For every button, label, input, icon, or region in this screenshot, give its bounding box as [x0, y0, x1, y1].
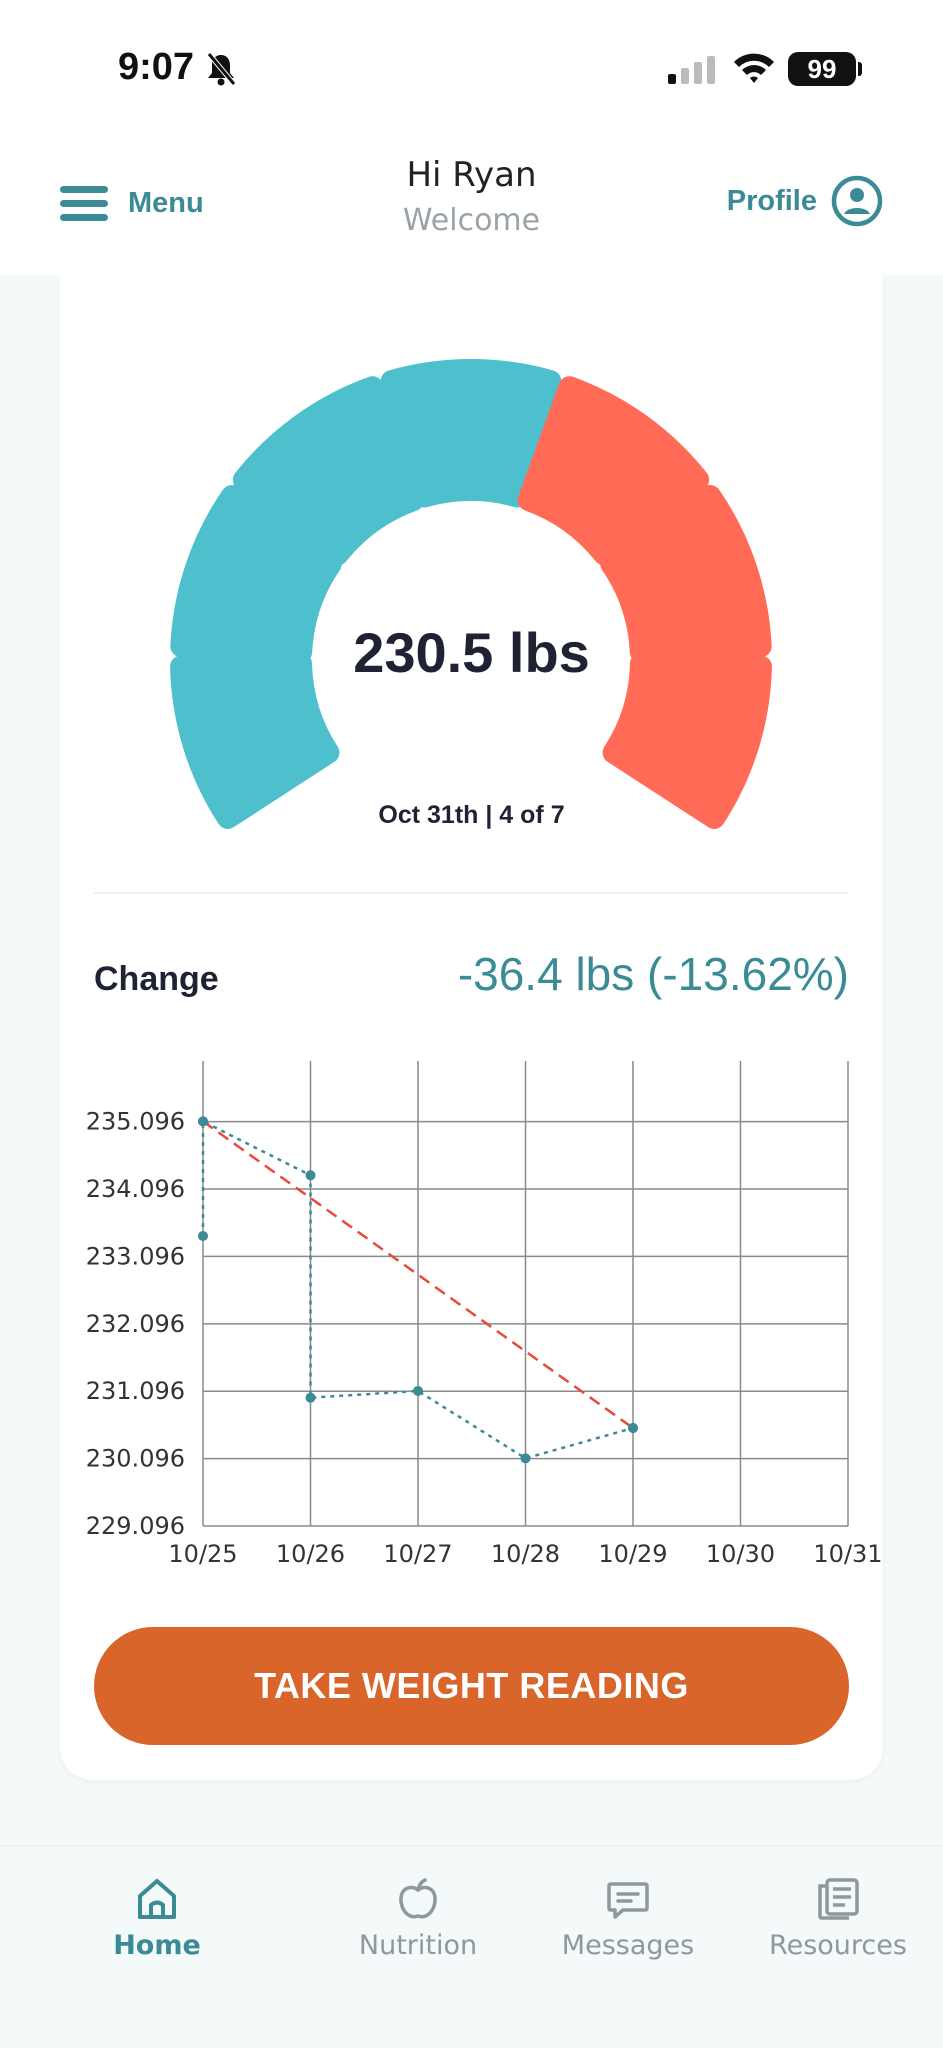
weight-card: 230.5 lbs Oct 31th | 4 of 7 Change -36.4…	[60, 275, 883, 1780]
weight-point	[198, 1230, 208, 1241]
x-tick-label: 10/25	[168, 1540, 237, 1568]
battery-nub	[858, 62, 862, 76]
bell-muted-icon	[207, 52, 236, 86]
weight-point	[305, 1392, 316, 1403]
take-weight-reading-button[interactable]: TAKE WEIGHT READING	[94, 1627, 849, 1745]
profile-icon	[831, 175, 883, 227]
app-header: Menu Hi Ryan Welcome Profile	[0, 135, 943, 275]
cellular-signal-icon	[668, 56, 715, 84]
tab-resources[interactable]: Resources	[738, 1876, 938, 1961]
trend-point	[198, 1116, 208, 1127]
bottom-tab-bar: Home Nutrition Messages Resources	[0, 1845, 943, 2048]
profile-button[interactable]: Profile	[727, 175, 883, 227]
y-tick-label: 233.096	[86, 1242, 185, 1270]
weight-point	[520, 1453, 531, 1464]
weight-point	[413, 1385, 423, 1396]
trend-point	[628, 1423, 638, 1434]
current-weight: 230.5 lbs	[353, 621, 590, 684]
battery-level: 99	[788, 52, 856, 86]
x-tick-label: 10/28	[491, 1540, 560, 1568]
tab-nutrition[interactable]: Nutrition	[318, 1876, 518, 1961]
tab-home[interactable]: Home	[57, 1876, 257, 1961]
change-label: Change	[94, 960, 219, 998]
tab-label: Home	[113, 1930, 201, 1961]
divider	[94, 892, 849, 894]
tab-label: Messages	[561, 1930, 695, 1961]
profile-label: Profile	[726, 184, 817, 217]
y-tick-label: 232.096	[86, 1310, 185, 1338]
apple-icon	[399, 1878, 437, 1919]
message-icon	[607, 1882, 649, 1919]
x-tick-label: 10/29	[598, 1540, 667, 1568]
change-value: -36.4 lbs (-13.62%)	[457, 948, 849, 1000]
reading-date: Oct 31th | 4 of 7	[378, 801, 565, 829]
tab-label: Nutrition	[358, 1930, 478, 1961]
x-tick-label: 10/26	[276, 1540, 345, 1568]
y-tick-label: 234.096	[86, 1175, 185, 1203]
gauge-segment-remaining	[602, 652, 772, 829]
tab-messages[interactable]: Messages	[528, 1876, 728, 1961]
tab-label: Resources	[769, 1930, 907, 1961]
status-bar: 9:07 99	[0, 0, 943, 135]
status-time: 9:07	[118, 46, 195, 88]
y-tick-label: 230.096	[86, 1445, 185, 1473]
y-tick-label: 229.096	[86, 1512, 185, 1540]
x-tick-label: 10/31	[813, 1540, 882, 1568]
home-icon	[138, 1879, 176, 1919]
y-tick-label: 235.096	[86, 1108, 185, 1136]
weight-point	[305, 1170, 316, 1181]
resources-icon	[818, 1878, 859, 1920]
x-tick-label: 10/27	[383, 1540, 452, 1568]
gauge-segment-filled	[170, 652, 340, 829]
x-tick-label: 10/30	[706, 1540, 775, 1568]
wifi-icon	[734, 53, 774, 83]
y-tick-label: 231.096	[86, 1377, 185, 1405]
